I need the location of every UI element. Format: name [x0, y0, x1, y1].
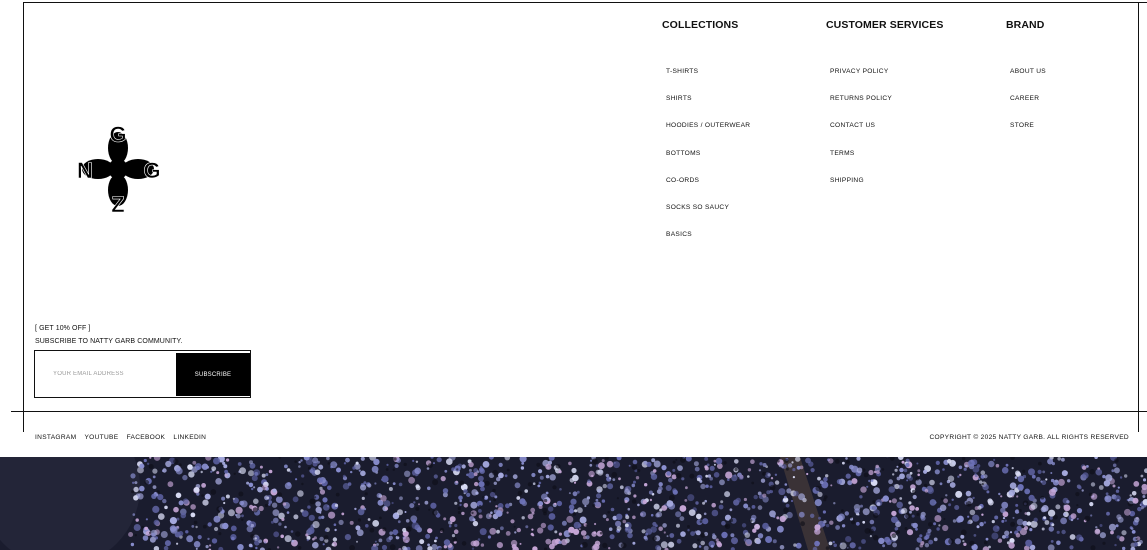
customer-services-list: PRIVACY POLICY RETURNS POLICY CONTACT US… — [830, 66, 892, 202]
column-heading-customer-services: CUSTOMER SERVICES — [826, 19, 944, 31]
logo-letter-bottom: Z — [111, 192, 124, 214]
flowering-tree-image — [0, 457, 1147, 550]
link-facebook[interactable]: FACEBOOK — [127, 434, 166, 441]
copyright-text: COPYRIGHT © 2025 NATTY GARB. ALL RIGHTS … — [929, 434, 1129, 441]
frame-line-left — [23, 2, 24, 432]
logo-letter-right: G — [143, 158, 160, 183]
subscribe-button[interactable]: SUBSCRIBE — [176, 353, 250, 396]
link-career[interactable]: CAREER — [1010, 93, 1046, 120]
footer-column-customer-services: CUSTOMER SERVICES PRIVACY POLICY RETURNS… — [826, 17, 944, 184]
footer-column-brand: BRAND ABOUT US CAREER STORE — [1006, 17, 1046, 129]
link-linkedin[interactable]: LINKEDIN — [173, 434, 206, 441]
brand-list: ABOUT US CAREER STORE — [1010, 66, 1046, 148]
link-instagram[interactable]: INSTAGRAM — [35, 434, 76, 441]
link-contact-us[interactable]: CONTACT US — [830, 120, 892, 147]
link-returns-policy[interactable]: RETURNS POLICY — [830, 93, 892, 120]
collections-list: T-SHIRTS SHIRTS HOODIES / OUTERWEAR BOTT… — [666, 66, 750, 256]
link-shirts[interactable]: SHIRTS — [666, 93, 750, 120]
link-basics[interactable]: BASICS — [666, 229, 750, 256]
link-terms[interactable]: TERMS — [830, 148, 892, 175]
logo-letter-top: G — [109, 124, 126, 147]
promo-text: [ GET 10% OFF ] — [35, 325, 91, 332]
brand-logo-icon: G N G Z — [77, 122, 161, 218]
link-about-us[interactable]: ABOUT US — [1010, 66, 1046, 93]
link-privacy-policy[interactable]: PRIVACY POLICY — [830, 66, 892, 93]
link-hoodies-outerwear[interactable]: HOODIES / OUTERWEAR — [666, 120, 750, 147]
hero-image — [0, 457, 1147, 550]
brand-logo[interactable]: G N G Z — [74, 122, 164, 218]
footer-column-collections: COLLECTIONS T-SHIRTS SHIRTS HOODIES / OU… — [662, 17, 750, 238]
link-youtube[interactable]: YOUTUBE — [84, 434, 118, 441]
link-co-ords[interactable]: CO-ORDS — [666, 175, 750, 202]
frame-line-right — [1138, 2, 1139, 432]
subscribe-tagline: SUBSCRIBE TO NATTY GARB COMMUNITY. — [35, 338, 183, 345]
link-store[interactable]: STORE — [1010, 120, 1046, 147]
link-socks-so-saucy[interactable]: SOCKS SO SAUCY — [666, 202, 750, 229]
link-shipping[interactable]: SHIPPING — [830, 175, 892, 202]
subscribe-form: SUBSCRIBE — [34, 350, 251, 398]
link-bottoms[interactable]: BOTTOMS — [666, 148, 750, 175]
logo-letter-left: N — [77, 158, 93, 183]
column-heading-brand: BRAND — [1006, 19, 1045, 31]
frame-line-divider — [11, 411, 1147, 412]
frame-line-top — [23, 2, 1147, 3]
link-t-shirts[interactable]: T-SHIRTS — [666, 66, 750, 93]
column-heading-collections: COLLECTIONS — [662, 19, 739, 31]
footer-page: G N G Z COLLECTIONS T-SHIRTS SHIRTS HOOD… — [0, 0, 1147, 550]
social-links: INSTAGRAM YOUTUBE FACEBOOK LINKEDIN — [35, 434, 212, 441]
email-input[interactable] — [41, 361, 183, 387]
